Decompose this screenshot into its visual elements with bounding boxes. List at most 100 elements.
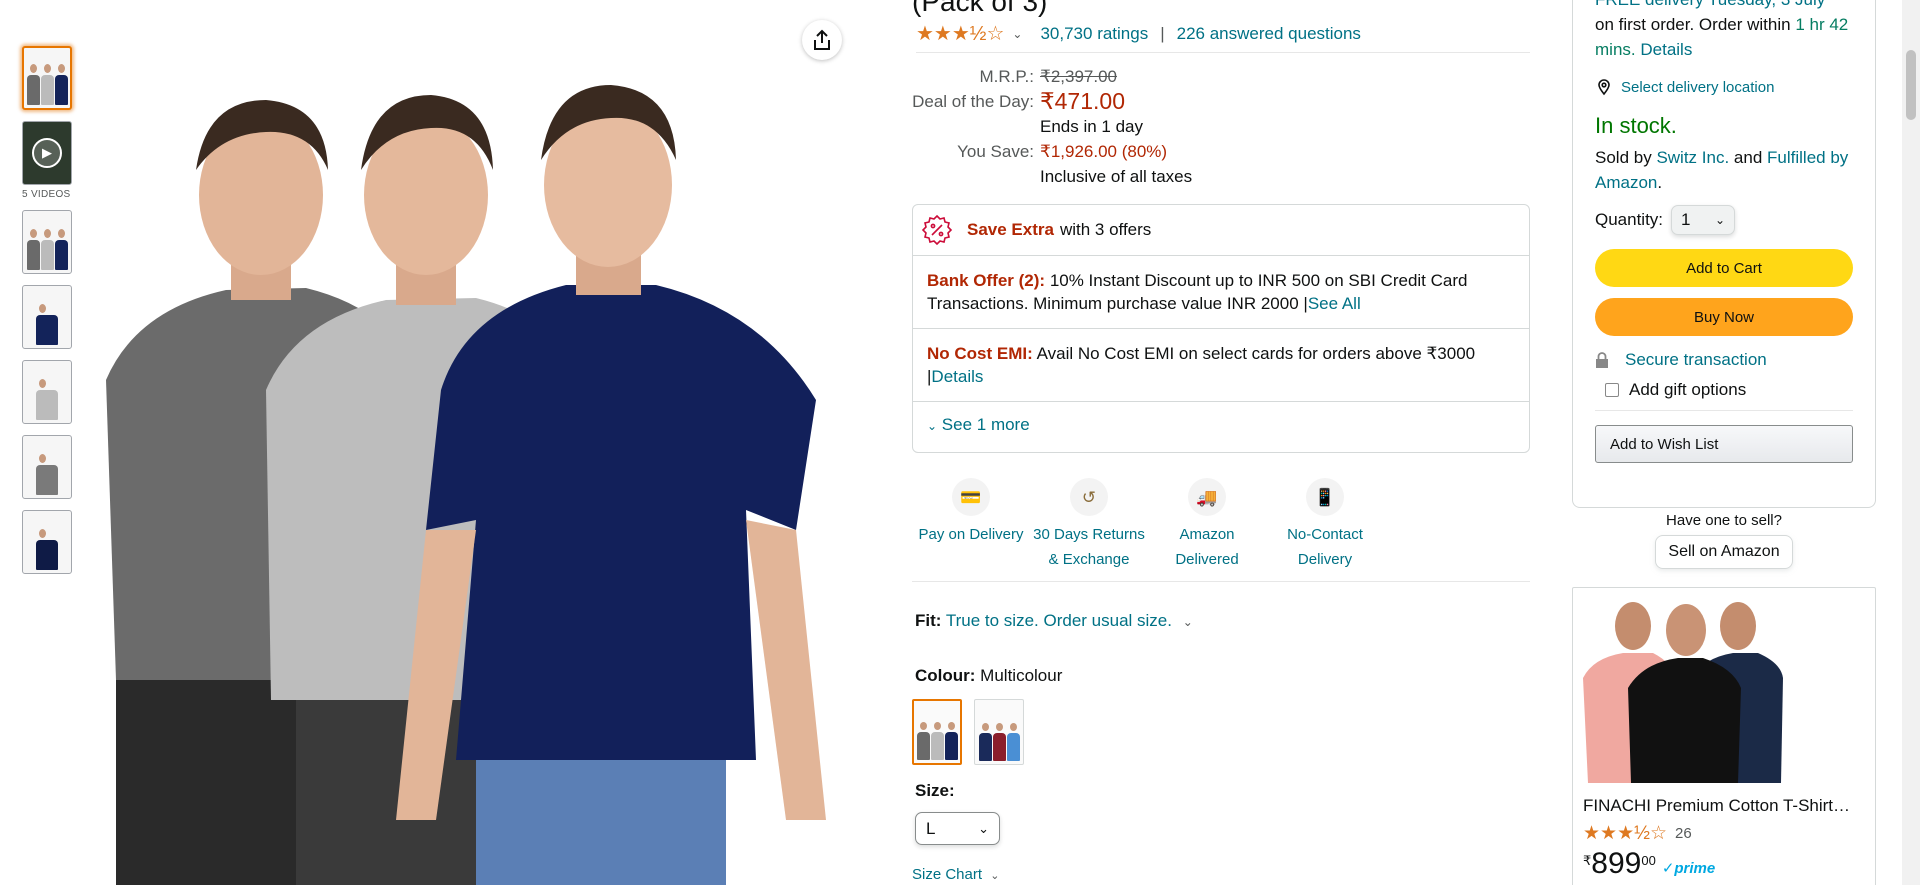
page-scrollbar[interactable]: [1902, 0, 1920, 885]
offer-title: No Cost EMI:: [927, 344, 1033, 363]
feature-label[interactable]: No-Contact: [1266, 522, 1384, 547]
scrollbar-thumb[interactable]: [1906, 50, 1916, 120]
and-text: and: [1733, 148, 1763, 167]
chevron-down-icon: ⌄: [1714, 213, 1726, 227]
gift-options-row[interactable]: Add gift options: [1595, 380, 1853, 411]
fit-label: Fit:: [915, 611, 942, 630]
colour-value: Multicolour: [980, 666, 1063, 685]
offer-title: Bank Offer (2):: [927, 271, 1046, 290]
mrp-value: ₹2,397.00: [1040, 67, 1117, 86]
save-label: You Save:: [957, 142, 1034, 161]
quantity-dropdown[interactable]: 1 ⌄: [1671, 205, 1736, 235]
share-button[interactable]: [802, 20, 842, 60]
quantity-value: 1: [1681, 210, 1691, 229]
fit-value-link[interactable]: True to size. Order usual size.: [946, 611, 1172, 630]
video-thumbnail[interactable]: ▶: [22, 121, 72, 185]
ratings-count-link[interactable]: 30,730 ratings: [1040, 24, 1148, 44]
lock-icon: [1596, 352, 1608, 368]
offer-bank: Bank Offer (2): 10% Instant Discount up …: [913, 256, 1529, 329]
sell-on-amazon-button[interactable]: Sell on Amazon: [1655, 535, 1793, 569]
colour-swatch-2[interactable]: [974, 699, 1024, 765]
select-location-link[interactable]: Select delivery location: [1621, 79, 1774, 96]
ad-price-whole: 899: [1591, 847, 1642, 880]
feature-label[interactable]: 30 Days Returns: [1030, 522, 1148, 547]
delivery-line2: on first order. Order within: [1595, 15, 1791, 34]
colour-swatch-1[interactable]: [912, 699, 962, 765]
thumbnail-6[interactable]: [22, 510, 72, 574]
thumbnail-4[interactable]: [22, 360, 72, 424]
thumbnail-3[interactable]: [22, 285, 72, 349]
sell-on-amazon-area: Have one to sell? Sell on Amazon: [1572, 512, 1876, 569]
colour-label: Colour:: [915, 666, 976, 685]
contactless-icon: 📱: [1306, 478, 1344, 516]
chevron-down-icon: ⌄: [927, 419, 938, 433]
seller-info: Sold by Switz Inc. and Fulfilled by Amaz…: [1595, 145, 1853, 195]
feature-label-line2[interactable]: Delivered: [1148, 547, 1266, 572]
sponsored-product-card[interactable]: FINACHI Premium Cotton T-Shirt… ★★★½☆ 26…: [1572, 587, 1876, 885]
location-pin-icon: [1598, 79, 1610, 96]
ad-price: ₹ 899 00 ✓prime: [1583, 847, 1865, 881]
size-chart-row: Size Chart ⌄: [912, 866, 999, 883]
feature-label[interactable]: Amazon: [1148, 522, 1266, 547]
period: .: [1657, 173, 1663, 192]
thumbnail-5[interactable]: [22, 435, 72, 499]
separator: |: [1160, 23, 1165, 43]
ad-product-title[interactable]: FINACHI Premium Cotton T-Shirt…: [1583, 796, 1865, 816]
prime-badge-icon: ✓prime: [1661, 860, 1716, 877]
answered-questions-link[interactable]: 226 answered questions: [1177, 24, 1361, 44]
feature-returns[interactable]: ↺ 30 Days Returns & Exchange: [1030, 478, 1148, 581]
add-to-wishlist-button[interactable]: Add to Wish List: [1595, 425, 1853, 463]
chevron-down-icon[interactable]: ⌄: [1012, 27, 1022, 41]
discount-badge-icon: [921, 214, 953, 246]
offer-emi: No Cost EMI: Avail No Cost EMI on select…: [913, 329, 1529, 402]
emi-details-link[interactable]: Details: [931, 367, 983, 386]
see-more-offers-link[interactable]: See 1 more: [942, 415, 1030, 434]
mrp-label: M.R.P.:: [979, 67, 1034, 86]
tax-note: Inclusive of all taxes: [1040, 167, 1193, 186]
size-selected-value: L: [926, 818, 936, 838]
offer-text: Avail No Cost EMI on select cards for or…: [1036, 344, 1476, 363]
delivery-line1[interactable]: FREE delivery Tuesday, 3 July: [1595, 0, 1825, 9]
offers-count-text: with 3 offers: [1059, 220, 1152, 239]
offers-header: Save Extra with 3 offers: [913, 205, 1529, 256]
ad-rating-count[interactable]: 26: [1675, 825, 1692, 842]
see-more-offers[interactable]: ⌄ See 1 more: [913, 402, 1529, 452]
feature-label-line2[interactable]: Delivery: [1266, 547, 1384, 572]
secure-transaction-link[interactable]: Secure transaction: [1625, 350, 1767, 370]
feature-label-line2[interactable]: & Exchange: [1030, 547, 1148, 572]
seller-link[interactable]: Switz Inc.: [1656, 148, 1729, 167]
ad-rating-stars[interactable]: ★★★½☆: [1583, 822, 1667, 845]
size-dropdown[interactable]: L ⌄: [915, 812, 1000, 845]
save-extra-label: Save Extra: [967, 220, 1054, 239]
price-block: M.R.P.: ₹2,397.00 Deal of the Day: ₹471.…: [912, 64, 1192, 189]
ad-product-image[interactable]: [1583, 598, 1783, 783]
thumbnail-2[interactable]: [22, 210, 72, 274]
size-chart-link[interactable]: Size Chart: [912, 866, 982, 883]
thumbnail-strip: ▶ 5 VIDEOS: [22, 46, 72, 585]
chevron-down-icon[interactable]: ⌄: [1183, 615, 1193, 629]
feature-label[interactable]: Pay on Delivery: [912, 522, 1030, 547]
deal-label: Deal of the Day:: [912, 92, 1034, 111]
thumbnail-1[interactable]: [22, 46, 72, 110]
gift-checkbox[interactable]: [1605, 383, 1619, 397]
play-icon: ▶: [32, 138, 62, 168]
rating-stars[interactable]: ★★★½☆: [916, 21, 1004, 46]
chevron-down-icon[interactable]: ⌄: [990, 870, 999, 882]
delivery-details-link[interactable]: Details: [1640, 40, 1692, 59]
see-all-offers-link[interactable]: See All: [1308, 294, 1361, 313]
feature-amazon-delivered[interactable]: 🚚 Amazon Delivered: [1148, 478, 1266, 581]
cash-delivery-icon: 💳: [952, 478, 990, 516]
main-product-image[interactable]: [96, 60, 841, 885]
sold-by-label: Sold by: [1595, 148, 1652, 167]
share-icon: [814, 29, 830, 50]
save-value: ₹1,926.00 (80%): [1040, 142, 1168, 161]
quantity-row: Quantity: 1 ⌄: [1595, 205, 1853, 235]
chevron-down-icon: ⌄: [978, 820, 989, 836]
add-to-cart-button[interactable]: Add to Cart: [1595, 249, 1853, 287]
rating-row: ★★★½☆ ⌄ 30,730 ratings | 226 answered qu…: [916, 21, 1530, 53]
buy-now-button[interactable]: Buy Now: [1595, 298, 1853, 336]
feature-no-contact[interactable]: 📱 No-Contact Delivery: [1266, 478, 1384, 581]
buy-box: FREE delivery Tuesday, 3 July on first o…: [1572, 0, 1876, 508]
feature-pay-on-delivery[interactable]: 💳 Pay on Delivery: [912, 478, 1030, 581]
delivery-location-row[interactable]: Select delivery location: [1595, 78, 1853, 96]
